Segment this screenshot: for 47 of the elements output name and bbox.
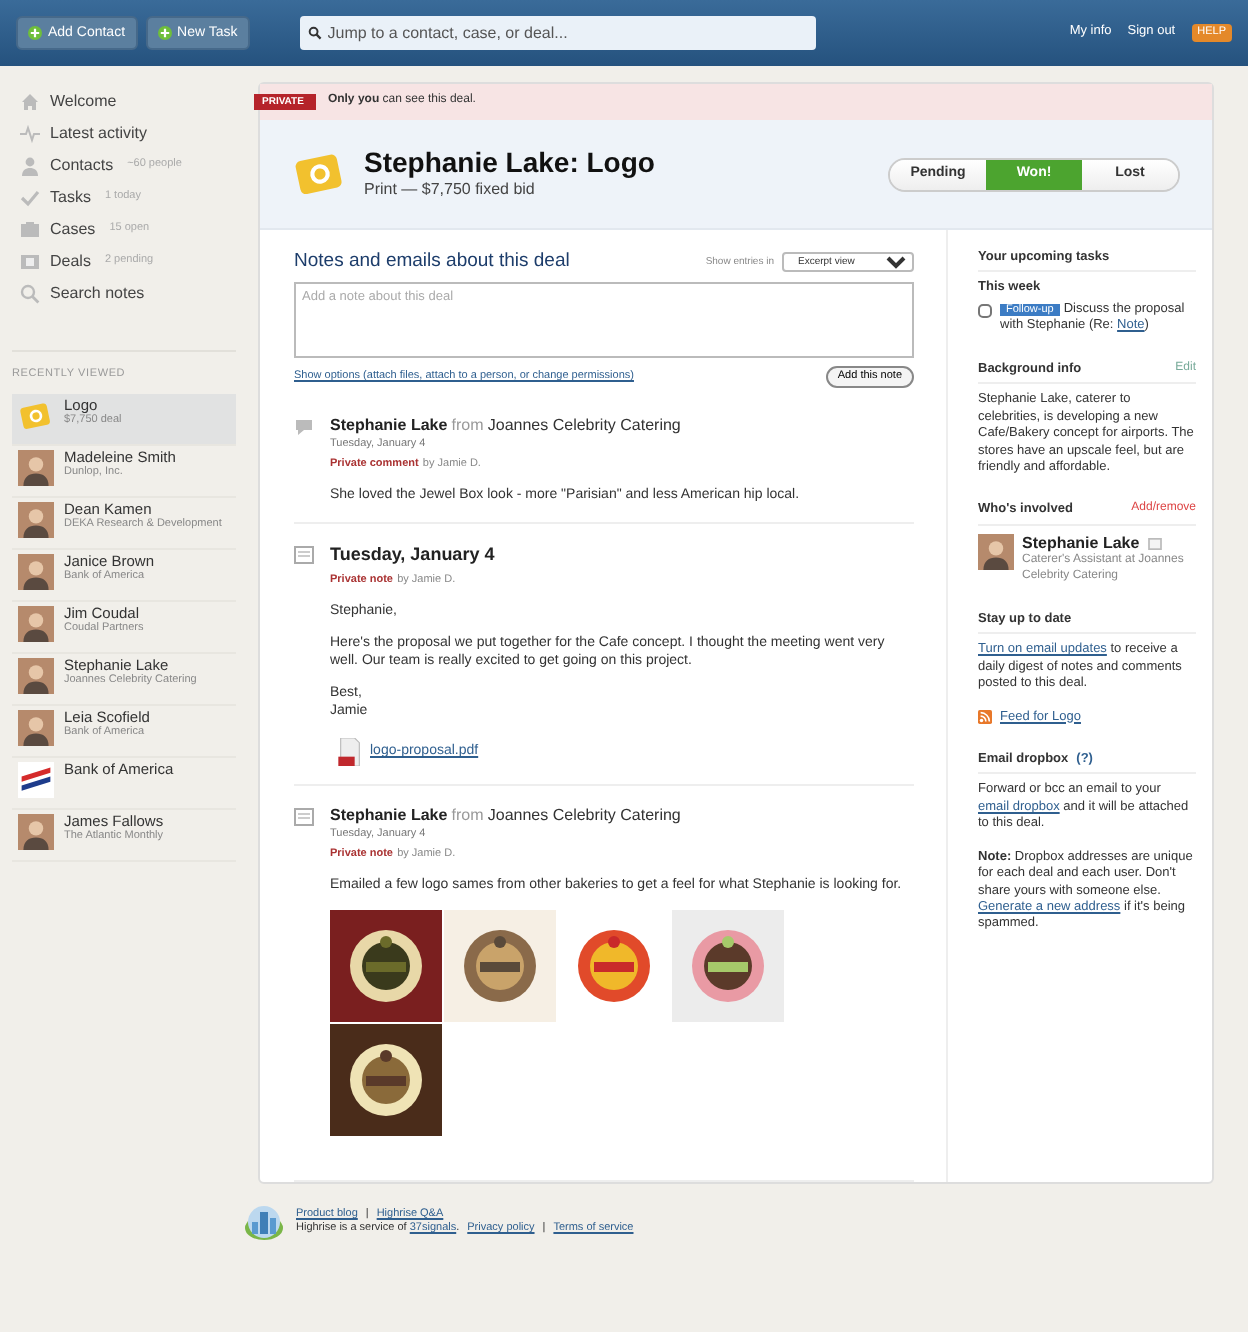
briefcase-icon (20, 220, 40, 240)
search-field[interactable]: Jump to a contact, case, or deal... (299, 16, 816, 50)
avatar (18, 606, 54, 643)
home-icon (20, 92, 40, 112)
company-name[interactable]: Joannes Celebrity Catering (487, 806, 681, 825)
search-icon (307, 26, 322, 40)
section-title: Notes and emails about this deal (294, 250, 570, 275)
avatar (18, 814, 54, 851)
avatar (18, 710, 54, 747)
deal-title: Stephanie Lake: Logo (364, 148, 655, 179)
sidebar-item[interactable]: Welcome (50, 91, 117, 113)
sidebar-item[interactable]: Contacts (50, 155, 114, 177)
avatar (18, 554, 54, 591)
pulse-icon (20, 124, 40, 144)
sidebar-item[interactable]: Deals (50, 251, 91, 273)
sidebar-item[interactable]: Search notes (50, 283, 145, 305)
avatar (18, 658, 54, 695)
card-icon (20, 252, 40, 272)
card-icon (1147, 538, 1162, 550)
plus-icon (157, 26, 172, 40)
logo-icon (244, 1204, 284, 1241)
from-label: from (451, 416, 484, 435)
task-checkbox[interactable] (978, 303, 992, 318)
sidebar-item[interactable]: Tasks (50, 187, 91, 209)
deal-subtitle: Print — $7,750 fixed bid (364, 179, 537, 200)
author-name[interactable]: Stephanie Lake (330, 806, 448, 825)
note-icon (294, 808, 314, 827)
check-icon (20, 188, 40, 208)
speech-bubble-icon (294, 418, 314, 437)
sidebar-item[interactable]: Cases (50, 219, 96, 241)
avatar (978, 533, 1014, 570)
company-name[interactable]: Joannes Celebrity Catering (487, 416, 681, 435)
plus-icon (28, 26, 42, 40)
deal-icon (18, 398, 54, 435)
pdf-icon (338, 738, 362, 767)
sidebar-item[interactable]: Latest activity (50, 123, 147, 145)
flag-icon (18, 762, 54, 799)
entry-title: Tuesday, January 4 (330, 544, 497, 568)
rss-icon (978, 710, 992, 725)
avatar (18, 450, 54, 487)
person-icon (20, 156, 40, 176)
from-label: from (451, 806, 484, 825)
author-name[interactable]: Stephanie Lake (330, 416, 448, 435)
search-icon (20, 284, 40, 304)
avatar (18, 502, 54, 539)
person-name[interactable]: Stephanie Lake (1022, 533, 1140, 555)
note-icon (294, 546, 314, 565)
